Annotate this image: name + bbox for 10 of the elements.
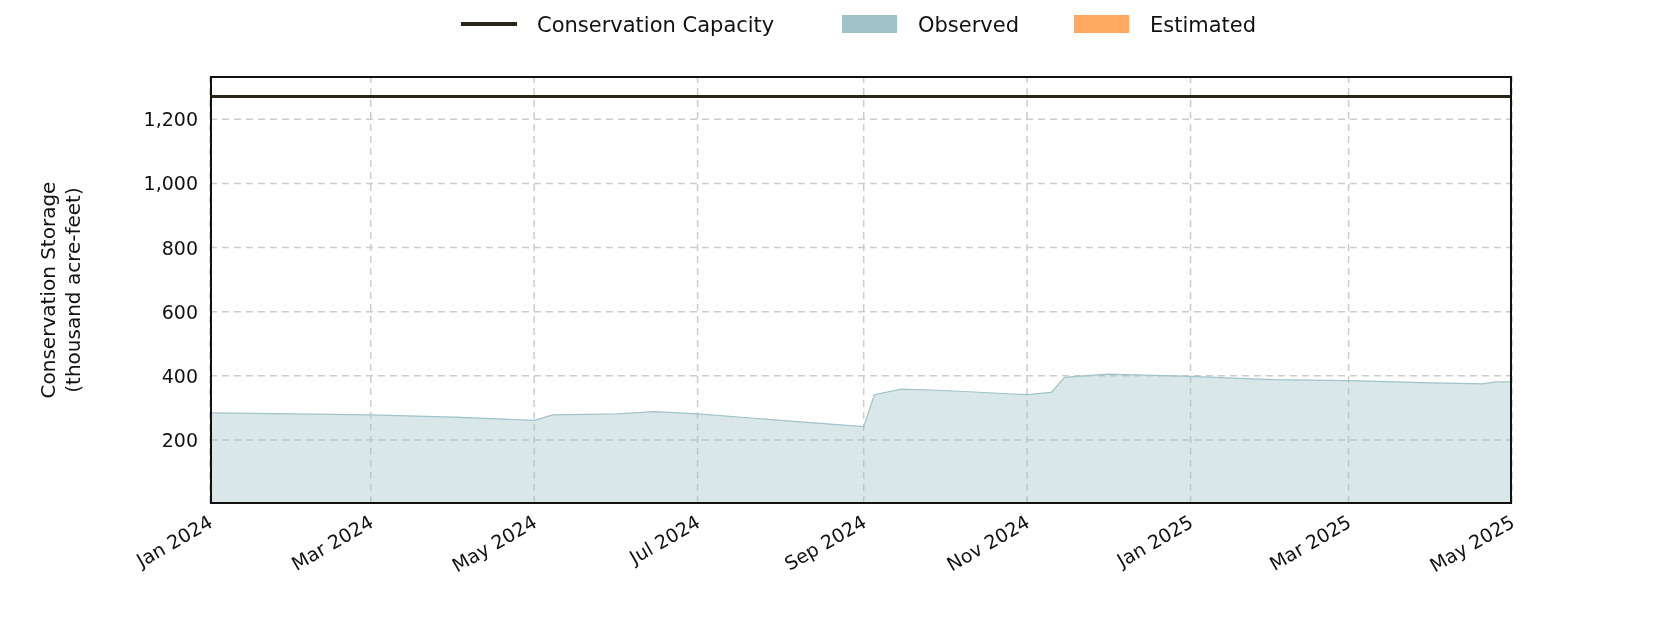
legend-label: Conservation Capacity	[537, 13, 775, 37]
y-tick-label: 1,200	[143, 108, 198, 131]
y-tick-label: 600	[161, 300, 198, 323]
y-tick-label: 200	[161, 428, 198, 451]
y-tick-label: 800	[161, 236, 198, 259]
y-tick-label: 400	[161, 364, 198, 387]
legend-label: Observed	[918, 13, 1020, 37]
legend-label: Estimated	[1150, 13, 1257, 37]
y-axis-label: Conservation Storage (thousand acre-feet)	[36, 181, 85, 399]
y-tick-label: 1,000	[143, 172, 198, 195]
